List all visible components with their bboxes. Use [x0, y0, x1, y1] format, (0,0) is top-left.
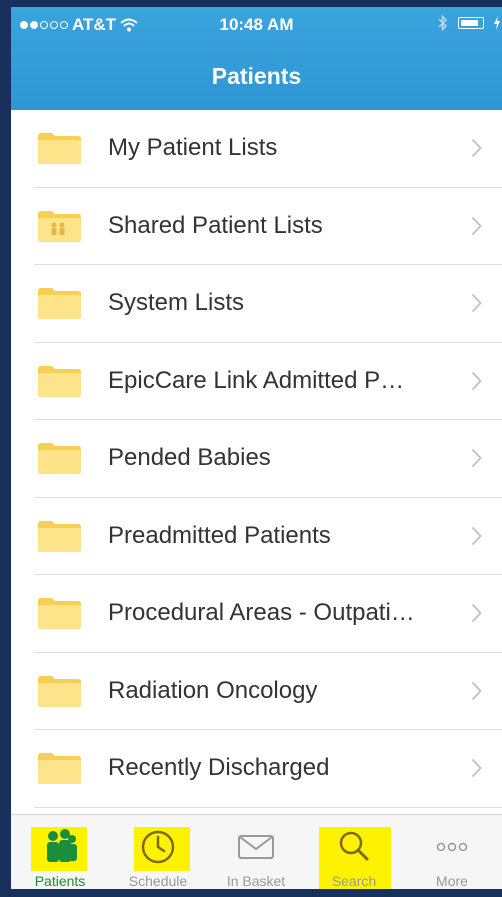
battery-icon	[458, 17, 484, 29]
list-item[interactable]: Radiation Oncology	[11, 653, 502, 730]
list-item-label: Procedural Areas - Outpati…	[108, 599, 415, 626]
chevron-right-icon	[471, 216, 482, 235]
charging-icon	[494, 16, 500, 30]
chevron-right-icon	[471, 526, 482, 545]
list-item[interactable]: Procedural Areas - Outpati…	[11, 575, 502, 653]
list-item-label: Pended Babies	[108, 444, 271, 471]
more-dots-icon	[436, 842, 468, 852]
chevron-right-icon	[471, 758, 482, 778]
tab-schedule[interactable]: Schedule	[109, 815, 207, 889]
search-icon-wrap	[305, 827, 403, 867]
folder-icon	[38, 133, 81, 164]
page-title: Patients	[211, 63, 302, 89]
patients-icon-wrap	[11, 827, 109, 867]
patient-lists: My Patient Lists Shared Patient Lists Sy	[11, 110, 502, 814]
folder-icon	[38, 365, 81, 397]
folder-icon	[38, 598, 81, 629]
list-item-label: Preadmitted Patients	[108, 521, 331, 549]
chevron-right-icon	[471, 448, 482, 468]
tab-label: In Basket	[226, 873, 286, 889]
shared-folder-icon	[38, 210, 81, 242]
chevron-right-icon	[471, 681, 482, 700]
tab-patients[interactable]: Patients	[11, 815, 109, 889]
divider	[34, 806, 502, 808]
list-item[interactable]: Preadmitted Patients	[11, 498, 502, 575]
clock-icon-wrap	[109, 827, 207, 867]
chevron-right-icon	[471, 293, 482, 313]
list-item-label: Radiation Oncology	[108, 676, 318, 704]
folder-icon	[38, 443, 81, 474]
tab-more[interactable]: More	[403, 815, 501, 889]
chevron-right-icon	[471, 371, 482, 390]
list-item-label: My Patient Lists	[108, 134, 278, 161]
tab-label: Schedule	[128, 873, 188, 889]
navigation-bar: AT&T 10:48 AM Patients	[11, 7, 502, 110]
tab-label: Search	[331, 873, 377, 889]
clock-icon	[141, 830, 175, 864]
status-bar: AT&T 10:48 AM	[11, 15, 502, 37]
search-icon	[339, 831, 369, 861]
list-item-label: Recently Discharged	[108, 754, 330, 781]
list-item[interactable]: Pended Babies	[11, 420, 502, 498]
more-dots-icon-wrap	[403, 827, 501, 867]
tab-label: More	[436, 873, 468, 889]
envelope-icon	[238, 835, 274, 859]
status-right	[438, 15, 500, 31]
patients-icon	[47, 829, 77, 862]
list-item-label: System Lists	[108, 289, 245, 316]
chevron-right-icon	[471, 603, 482, 623]
list-item[interactable]: My Patient Lists	[11, 110, 502, 188]
tab-in-basket[interactable]: In Basket	[207, 815, 305, 889]
tab-label: Patients	[34, 873, 86, 889]
folder-icon	[38, 520, 81, 552]
bluetooth-icon	[438, 15, 448, 31]
list-item[interactable]: Recently Discharged	[11, 730, 502, 808]
phone-screen: AT&T 10:48 AM Patients My Patient Lists …	[11, 7, 502, 889]
list-item[interactable]: System Lists	[11, 265, 502, 343]
list-item[interactable]: Shared Patient Lists	[11, 188, 502, 265]
status-time: 10:48 AM	[219, 15, 294, 34]
folder-icon	[38, 675, 81, 707]
envelope-icon-wrap	[207, 827, 305, 867]
folder-icon	[38, 288, 81, 319]
chevron-right-icon	[471, 138, 482, 158]
tab-search[interactable]: Search	[305, 815, 403, 889]
list-item[interactable]: EpicCare Link Admitted P…	[11, 343, 502, 420]
list-item-label: Shared Patient Lists	[108, 211, 323, 239]
tab-bar: Patients Schedule In Basket Search More	[11, 814, 502, 889]
folder-icon	[38, 753, 81, 784]
list-item-label: EpicCare Link Admitted P…	[108, 366, 405, 394]
